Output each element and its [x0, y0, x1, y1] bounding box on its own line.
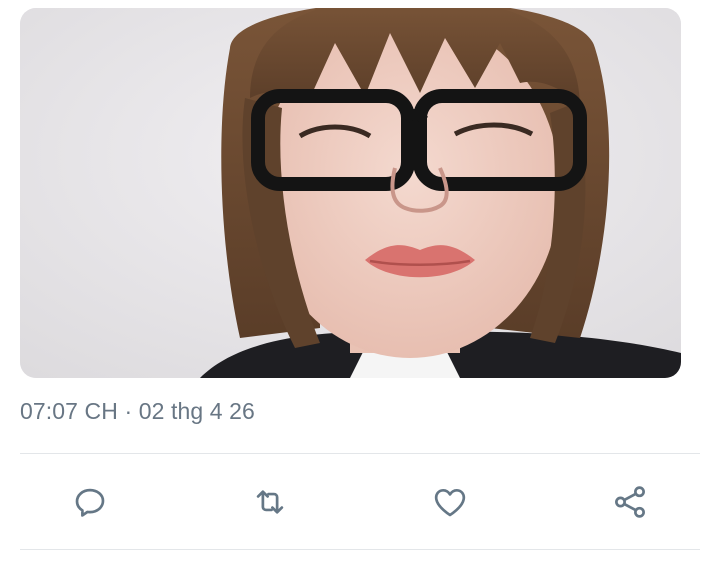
- like-button[interactable]: [428, 480, 472, 524]
- heart-icon: [434, 488, 466, 517]
- tweet-action-bar: [0, 470, 714, 530]
- share-icon: [615, 486, 645, 518]
- divider-top: [20, 453, 700, 454]
- share-button[interactable]: [608, 480, 652, 524]
- reply-button[interactable]: [68, 480, 112, 524]
- retweet-icon: [256, 490, 284, 514]
- reply-icon: [75, 488, 105, 517]
- tweet-timestamp[interactable]: 07:07 CH · 02 thg 4 26: [20, 398, 255, 425]
- retweet-button[interactable]: [248, 480, 292, 524]
- tweet-media-image[interactable]: [20, 8, 681, 378]
- divider-bottom: [20, 549, 700, 550]
- portrait-photo: [20, 8, 681, 378]
